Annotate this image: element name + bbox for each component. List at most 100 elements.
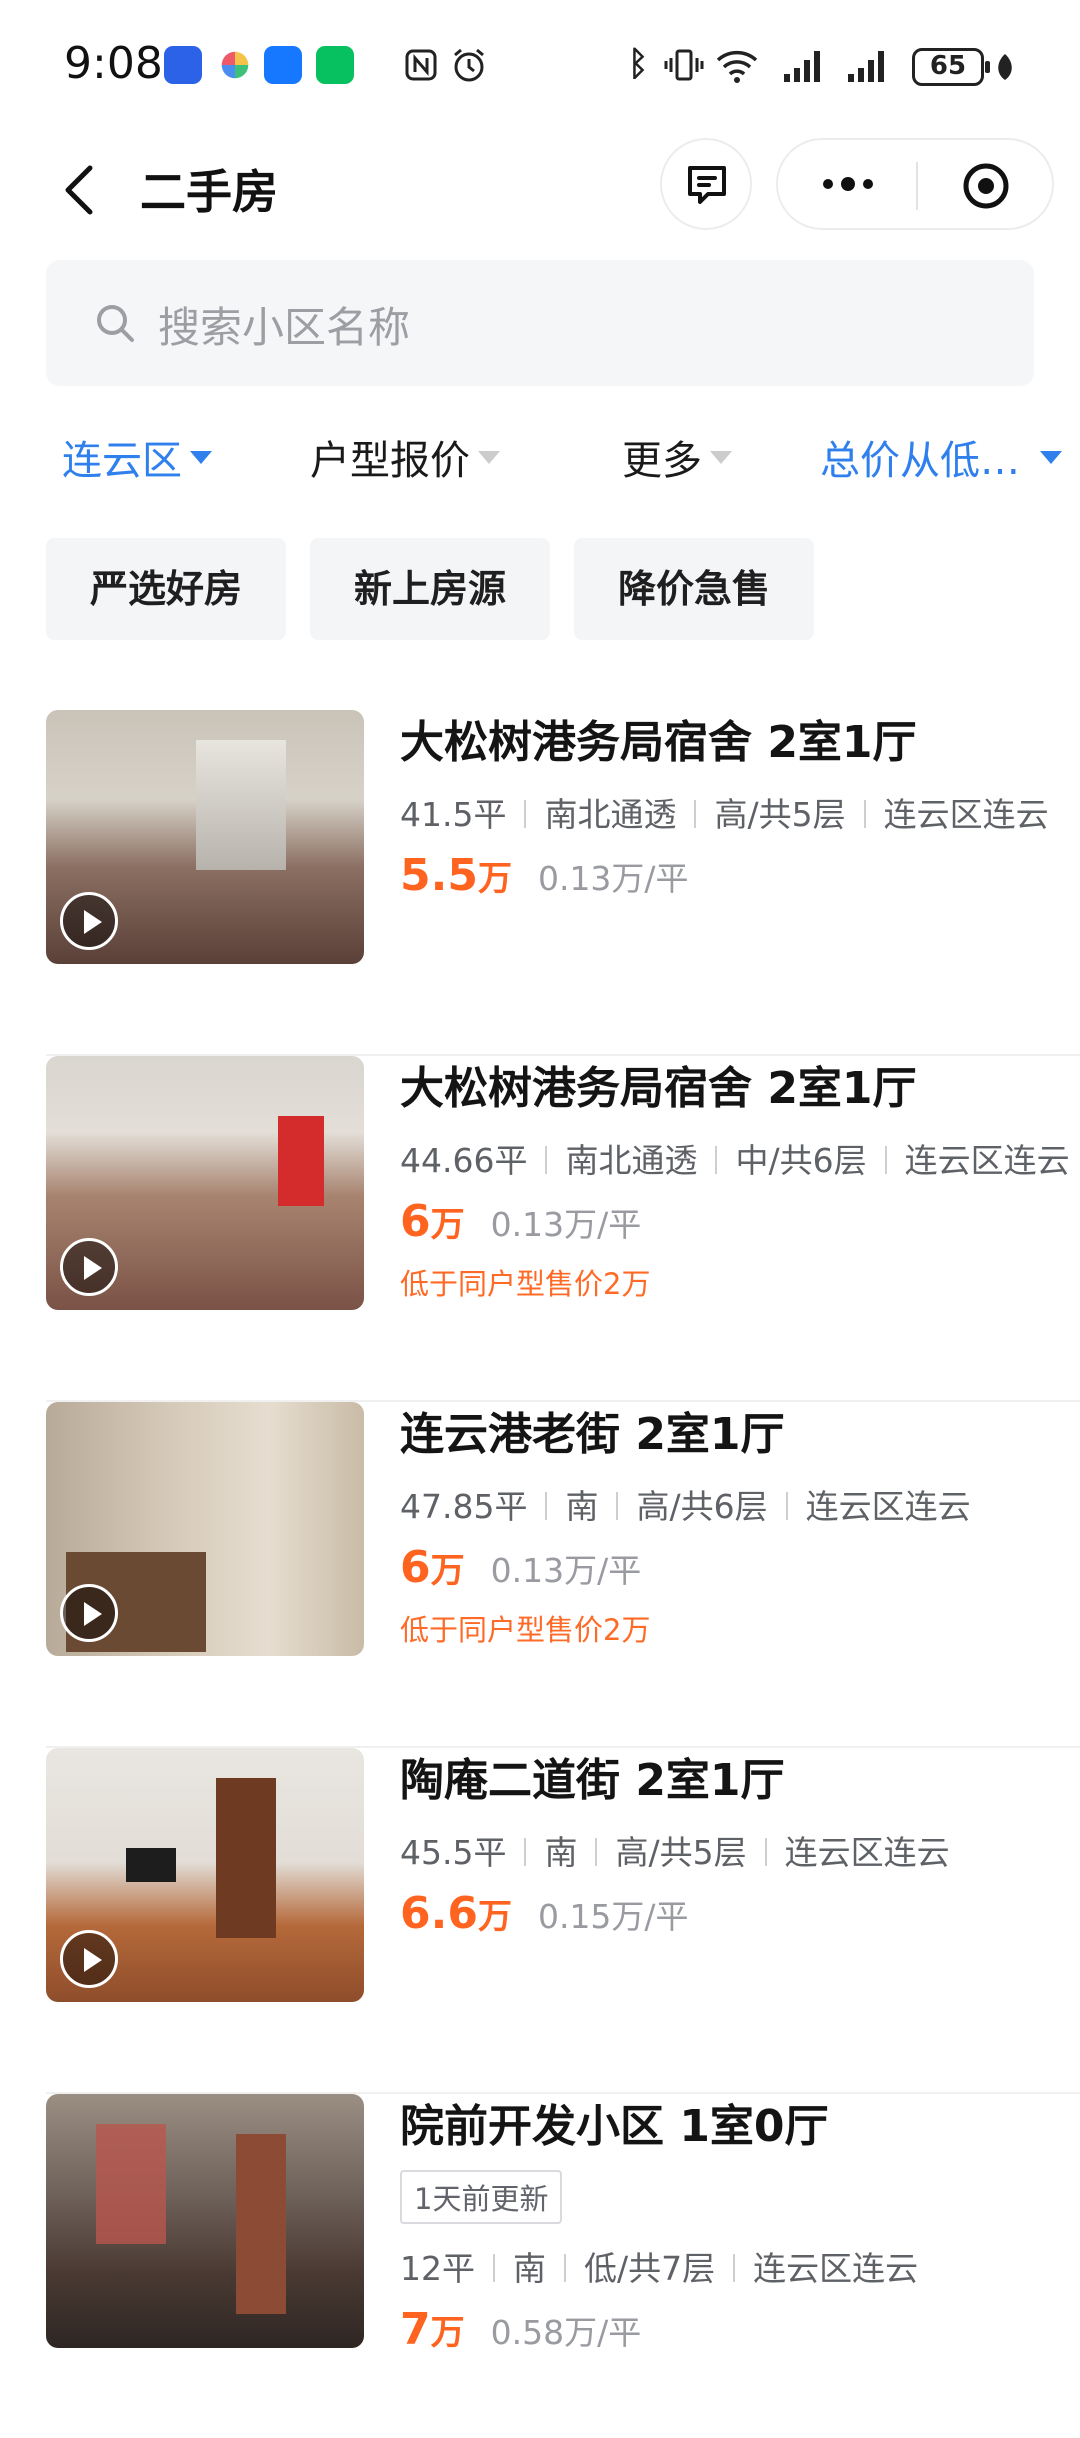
meta-separator xyxy=(545,1492,548,1520)
listing-area: 41.5平 xyxy=(400,795,507,834)
meta-separator xyxy=(545,1146,548,1174)
window-shape xyxy=(196,740,286,870)
signal-icon-1 xyxy=(784,51,820,82)
dropdown-arrow-icon xyxy=(478,450,500,464)
filter-layout-price[interactable]: 户型报价 xyxy=(310,428,500,486)
filter-bar: 连云区 户型报价 更多 总价从低… xyxy=(0,420,1080,500)
listing-floor: 高/共6层 xyxy=(636,1487,768,1526)
message-button[interactable] xyxy=(660,138,752,230)
update-badge: 1天前更新 xyxy=(400,2170,563,2224)
window-shape xyxy=(278,1116,324,1206)
filter-district-label: 连云区 xyxy=(62,438,182,484)
listing-district: 连云区连云 xyxy=(805,1487,971,1526)
door-shape xyxy=(216,1778,276,1938)
price-unit: 万 xyxy=(430,1551,465,1591)
price-value: 6 xyxy=(400,1542,431,1593)
listing-item[interactable]: 陶庵二道街 2室1厅 45.5平南高/共5层 连云区连云 6.6万 0.15万/平 xyxy=(46,1748,1080,2094)
filter-more[interactable]: 更多 xyxy=(622,428,732,486)
meta-separator xyxy=(564,2254,566,2282)
listing-meta: 45.5平南高/共5层 连云区连云 xyxy=(400,1826,1080,1874)
pinwheel-notification-icon xyxy=(221,51,249,79)
more-options-button[interactable] xyxy=(778,140,916,228)
listing-info: 大松树港务局宿舍 2室1厅 44.66平 南北通透 中/共6层 连云区连云 6万 0.… xyxy=(400,1056,1080,1303)
video-play-icon[interactable] xyxy=(60,892,118,950)
listing-promo: 低于同户型售价2万 xyxy=(400,1613,651,1647)
listing-unit-price: 0.13万/平 xyxy=(490,1551,642,1590)
price-unit: 万 xyxy=(430,1205,465,1245)
search-bar[interactable]: 搜索小区名称 xyxy=(46,260,1034,386)
listing-orientation: 南 xyxy=(544,1833,578,1872)
status-time: 9:08 xyxy=(64,38,163,89)
meta-separator xyxy=(863,800,866,828)
filter-sort[interactable]: 总价从低… xyxy=(820,428,1062,486)
price-unit: 万 xyxy=(430,2313,465,2353)
alarm-icon xyxy=(454,48,484,82)
search-input[interactable]: 搜索小区名称 xyxy=(158,294,410,355)
meta-separator xyxy=(733,2254,736,2282)
price-unit: 万 xyxy=(477,1897,512,1937)
listing-item[interactable]: 院前开发小区 1室0厅 1天前更新 12平南低/共7层 连云区连云 7万 0.58… xyxy=(46,2094,1080,2414)
listing-photo xyxy=(46,2094,364,2348)
listing-price: 6.6万 xyxy=(400,1888,512,1939)
meta-separator xyxy=(764,1838,767,1866)
leaf-icon xyxy=(998,54,1012,80)
price-row: 7万 0.58万/平 xyxy=(400,2304,1080,2355)
shelf-shape xyxy=(96,2124,166,2244)
dropdown-arrow-icon xyxy=(710,450,732,464)
price-value: 6.6 xyxy=(400,1888,478,1939)
more-dots-icon xyxy=(823,177,873,191)
message-icon xyxy=(688,166,726,204)
nfc-icon xyxy=(405,49,437,81)
wifi-icon xyxy=(716,50,758,83)
tag-selected-homes[interactable]: 严选好房 xyxy=(46,538,287,640)
filter-district[interactable]: 连云区 xyxy=(62,428,212,486)
target-circle-icon xyxy=(963,163,1009,209)
listing-unit-price: 0.58万/平 xyxy=(490,2313,642,2352)
listing-meta: 12平南低/共7层 连云区连云 xyxy=(400,2242,1080,2290)
listing-info: 大松树港务局宿舍 2室1厅 41.5平 南北通透 高/共5层 连云区连云 5.5万 0… xyxy=(400,710,1080,901)
listing-title: 陶庵二道街 2室1厅 xyxy=(400,1755,785,1806)
listing-item[interactable]: 连云港老街 2室1厅 47.85平南高/共6层 连云区连云 6万 0.13万/平 … xyxy=(46,1402,1080,1748)
listing-price: 5.5万 xyxy=(400,850,512,901)
vibrate-icon xyxy=(664,49,704,81)
listing-item[interactable]: 大松树港务局宿舍 2室1厅 44.66平 南北通透 中/共6层 连云区连云 6万 0.… xyxy=(46,1056,1080,1402)
listing-unit-price: 0.13万/平 xyxy=(490,1205,642,1244)
listing-district: 连云区连云 xyxy=(883,795,1049,834)
close-miniprogram-button[interactable] xyxy=(918,140,1054,228)
video-play-icon[interactable] xyxy=(60,1238,118,1296)
meta-separator xyxy=(524,800,527,828)
price-value: 5.5 xyxy=(400,850,478,901)
listing-orientation: 南北通透 xyxy=(544,795,677,834)
meta-separator xyxy=(715,1146,718,1174)
battery-indicator: 65 xyxy=(912,48,990,86)
staircase-shape xyxy=(236,2134,286,2314)
listing-info: 连云港老街 2室1厅 47.85平南高/共6层 连云区连云 6万 0.13万/平 … xyxy=(400,1402,1080,1649)
video-play-icon[interactable] xyxy=(60,1584,118,1642)
price-unit: 万 xyxy=(477,859,512,899)
back-arrow-icon[interactable] xyxy=(52,160,112,220)
status-bar: 9:08 ᛒ 65 xyxy=(0,0,1080,130)
meta-separator xyxy=(884,1146,887,1174)
listing-info: 院前开发小区 1室0厅 1天前更新 12平南低/共7层 连云区连云 7万 0.58… xyxy=(400,2094,1080,2355)
meta-separator xyxy=(616,1492,619,1520)
app-notification-icon xyxy=(164,46,202,84)
listing-district: 连云区连云 xyxy=(904,1141,1070,1180)
quick-tags: 严选好房 新上房源 降价急售 xyxy=(46,538,815,640)
listing-area: 45.5平 xyxy=(400,1833,507,1872)
listing-info: 陶庵二道街 2室1厅 45.5平南高/共5层 连云区连云 6.6万 0.15万/平 xyxy=(400,1748,1080,1939)
tag-new-listings[interactable]: 新上房源 xyxy=(310,538,551,640)
search-icon xyxy=(97,305,134,342)
listing-district: 连云区连云 xyxy=(784,1833,950,1872)
meta-separator xyxy=(595,1838,598,1866)
meta-separator xyxy=(785,1492,788,1520)
meta-separator xyxy=(524,1838,527,1866)
tag-price-drop[interactable]: 降价急售 xyxy=(574,538,815,640)
listing-title: 连云港老街 2室1厅 xyxy=(400,1409,785,1460)
listing-photo xyxy=(46,710,364,964)
video-play-icon[interactable] xyxy=(60,1930,118,1988)
price-row: 6.6万 0.15万/平 xyxy=(400,1888,1080,1939)
listing-area: 12平 xyxy=(400,2249,475,2288)
nav-bar: 二手房 xyxy=(0,130,1080,250)
listing-item[interactable]: 大松树港务局宿舍 2室1厅 41.5平 南北通透 高/共5层 连云区连云 5.5万 0… xyxy=(46,710,1080,1056)
listing-price: 6万 xyxy=(400,1196,465,1247)
